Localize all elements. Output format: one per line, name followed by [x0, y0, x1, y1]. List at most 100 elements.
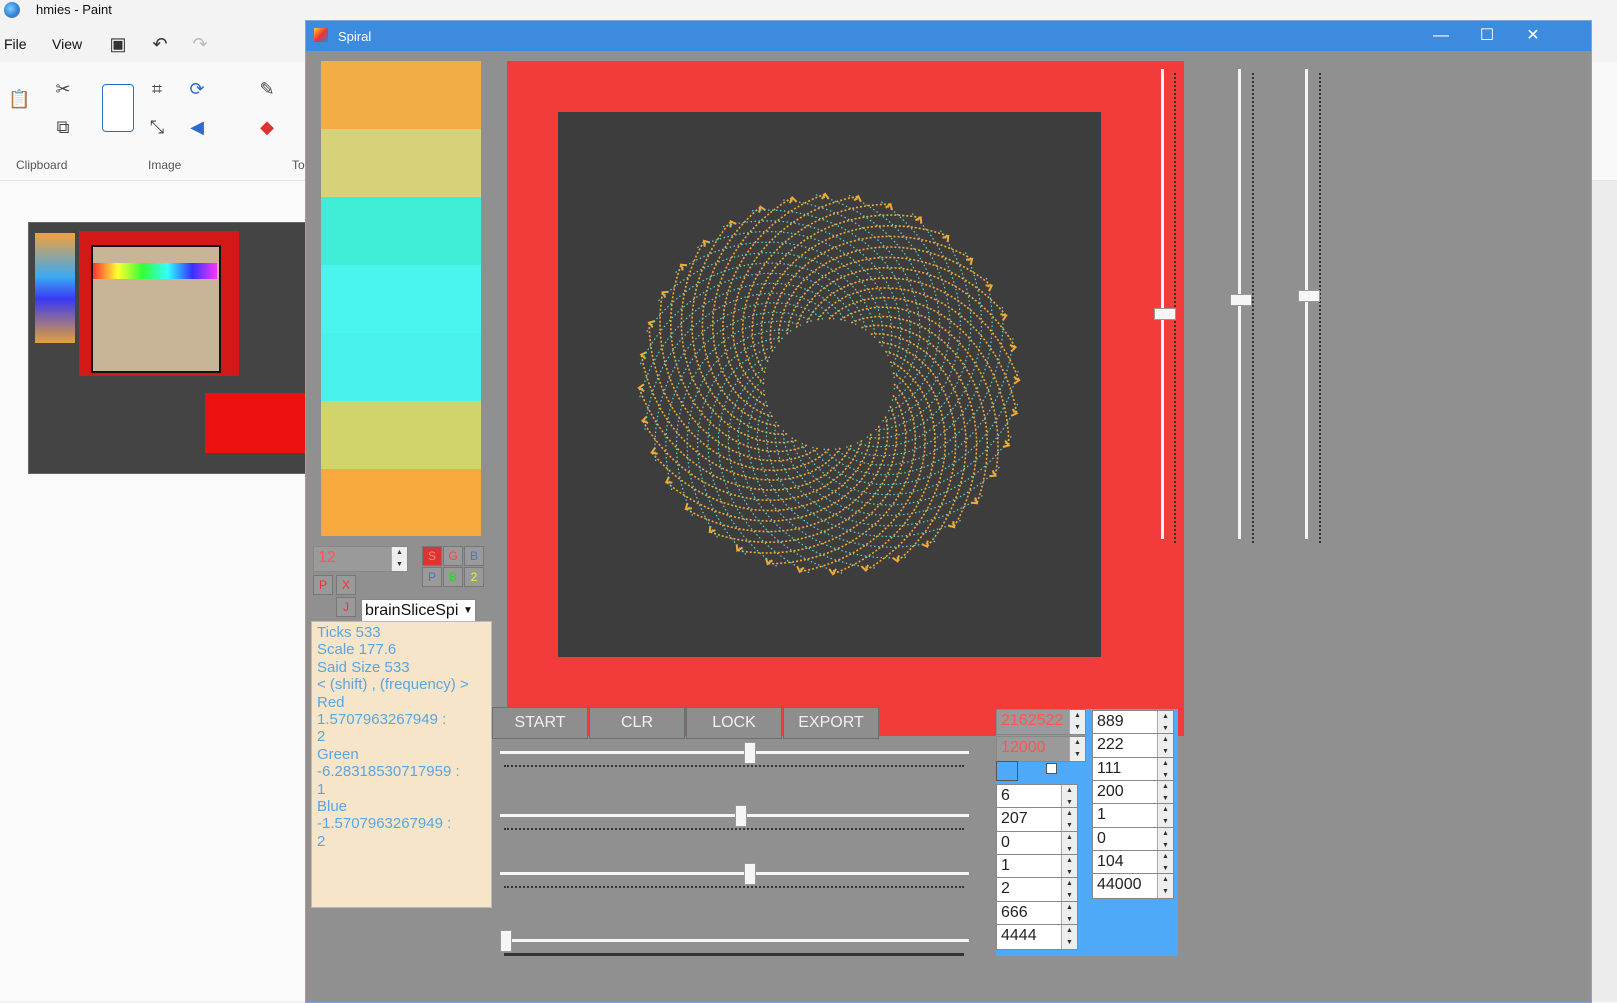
horizontal-slider-1[interactable] — [500, 751, 969, 754]
eraser-icon[interactable]: ◆ — [256, 116, 278, 138]
lock-button[interactable]: LOCK — [686, 707, 782, 739]
spinner-arrows-icon[interactable]: ▲ ▼ — [1061, 901, 1077, 926]
palette-swatch[interactable] — [321, 469, 481, 536]
vertical-slider-1[interactable] — [1161, 69, 1164, 539]
channel-bb-button[interactable]: B — [443, 567, 463, 587]
spinner-arrows-icon[interactable]: ▲ ▼ — [391, 547, 407, 571]
color-palette[interactable] — [321, 61, 481, 536]
spinner-arrows-icon[interactable]: ▲ ▼ — [1061, 785, 1077, 809]
spinner-arrows-icon[interactable]: ▲ ▼ — [1061, 878, 1077, 903]
paste-icon[interactable]: 📋 — [8, 88, 30, 110]
preset-dropdown[interactable]: brainSliceSpiral ▼ — [361, 599, 476, 623]
horizontal-slider-1-thumb[interactable] — [743, 742, 756, 764]
save-icon[interactable]: ▣ — [108, 34, 128, 54]
number-spinner[interactable]: 4444 ▲ ▼ — [996, 923, 1078, 950]
spinner-arrows-icon[interactable]: ▲ ▼ — [1157, 711, 1173, 735]
horizontal-slider-2-thumb[interactable] — [734, 805, 747, 827]
red-spinner-2-value: 12000 — [1001, 739, 1046, 756]
spinner-arrows-icon[interactable]: ▲ ▼ — [1061, 831, 1077, 856]
number-spinner[interactable]: 0 ▲ ▼ — [1092, 826, 1174, 853]
vertical-slider-1-thumb[interactable] — [1154, 308, 1176, 321]
slider-ticks — [504, 886, 964, 890]
number-spinner[interactable]: 104 ▲ ▼ — [1092, 849, 1174, 876]
horizontal-slider-4-thumb[interactable] — [500, 930, 512, 952]
palette-swatch[interactable] — [321, 61, 481, 129]
vertical-slider-2-thumb[interactable] — [1230, 294, 1252, 307]
number-spinner[interactable]: 889 ▲ ▼ — [1092, 710, 1174, 736]
redo-icon[interactable]: ↷ — [190, 34, 210, 54]
flip-icon[interactable]: ◀ — [186, 116, 208, 138]
cut-icon[interactable]: ✂ — [52, 78, 74, 100]
palette-swatch[interactable] — [321, 197, 481, 265]
red-spinner-1[interactable]: 2162522 ▲ ▼ — [996, 709, 1086, 735]
palette-swatch[interactable] — [321, 129, 481, 197]
rotate-icon[interactable]: ⟳ — [186, 78, 208, 100]
palette-swatch[interactable] — [321, 401, 481, 469]
number-spinner[interactable]: 1 ▲ ▼ — [996, 853, 1078, 880]
menu-file[interactable]: File — [4, 36, 27, 52]
number-spinner[interactable]: 666 ▲ ▼ — [996, 900, 1078, 927]
export-button[interactable]: EXPORT — [783, 707, 879, 739]
clr-button[interactable]: CLR — [589, 707, 685, 739]
spinner-arrows-icon[interactable]: ▲ ▼ — [1157, 780, 1173, 805]
number-spinner[interactable]: 6 ▲ ▼ — [996, 784, 1078, 810]
close-icon[interactable]: ✕ — [1510, 21, 1556, 51]
menu-view[interactable]: View — [52, 36, 82, 52]
pencil-icon[interactable]: ✎ — [256, 78, 278, 100]
drawing-area[interactable] — [507, 61, 1184, 736]
channel-g-button[interactable]: G — [443, 546, 463, 566]
maximize-icon[interactable]: ☐ — [1464, 21, 1510, 51]
slider-ticks — [1319, 73, 1323, 543]
spinner-arrows-icon[interactable]: ▲ ▼ — [1061, 924, 1077, 949]
channel-p-button[interactable]: P — [422, 567, 442, 587]
spinner-arrows-icon[interactable]: ▲ ▼ — [1157, 804, 1173, 829]
horizontal-slider-4[interactable] — [500, 939, 969, 942]
number-spinner-value: 222 — [1097, 736, 1124, 754]
spiral-canvas[interactable] — [558, 112, 1101, 657]
undo-icon[interactable]: ↶ — [150, 34, 170, 54]
number-spinner[interactable]: 222 ▲ ▼ — [1092, 733, 1174, 760]
resize-icon[interactable]: ⤡ — [146, 116, 168, 138]
spinner-arrows-icon[interactable]: ▲ ▼ — [1061, 854, 1077, 879]
spinner-arrows-icon[interactable]: ▲ ▼ — [1069, 737, 1085, 761]
spinner-arrows-icon[interactable]: ▲ ▼ — [1157, 734, 1173, 759]
number-spinner[interactable]: 2 ▲ ▼ — [996, 877, 1078, 904]
spiral-tip — [788, 195, 798, 204]
spiral-arm — [657, 252, 876, 338]
number-spinner[interactable]: 0 ▲ ▼ — [996, 830, 1078, 857]
palette-swatch[interactable] — [321, 333, 481, 401]
checkbox-2[interactable] — [1046, 763, 1057, 774]
minimize-icon[interactable]: — — [1418, 21, 1464, 51]
number-spinner[interactable]: 44000 ▲ ▼ — [1092, 873, 1174, 900]
spinner-arrows-icon[interactable]: ▲ ▼ — [1157, 874, 1173, 899]
p-button[interactable]: P — [313, 575, 333, 595]
spinner-arrows-icon[interactable]: ▲ ▼ — [1157, 850, 1173, 875]
main-spinner[interactable]: 12 ▲ ▼ — [313, 546, 408, 572]
slider-ticks — [504, 765, 964, 769]
channel-s-button[interactable]: S — [422, 546, 442, 566]
spinner-arrows-icon[interactable]: ▲ ▼ — [1157, 827, 1173, 852]
vertical-slider-3-thumb[interactable] — [1298, 289, 1320, 302]
red-spinner-2[interactable]: 12000 ▲ ▼ — [996, 736, 1086, 762]
start-button[interactable]: START — [492, 707, 588, 739]
vertical-slider-3[interactable] — [1305, 69, 1308, 539]
horizontal-slider-3-thumb[interactable] — [743, 863, 756, 885]
spinner-arrows-icon[interactable]: ▲ ▼ — [1069, 710, 1085, 734]
palette-swatch[interactable] — [321, 265, 481, 333]
copy-icon[interactable]: ⧉ — [52, 116, 74, 138]
horizontal-slider-3[interactable] — [500, 872, 969, 875]
channel-2-button[interactable]: 2 — [464, 567, 484, 587]
crop-icon[interactable]: ⌗ — [146, 78, 168, 100]
chevron-down-icon[interactable]: ▼ — [461, 600, 475, 622]
number-spinner[interactable]: 1 ▲ ▼ — [1092, 803, 1174, 830]
number-spinner[interactable]: 200 ▲ ▼ — [1092, 779, 1174, 806]
checkbox-1[interactable] — [996, 761, 1018, 781]
channel-b-button[interactable]: B — [464, 546, 484, 566]
spinner-arrows-icon[interactable]: ▲ ▼ — [1157, 757, 1173, 782]
select-tool-button[interactable] — [102, 84, 134, 132]
spinner-arrows-icon[interactable]: ▲ ▼ — [1061, 808, 1077, 833]
number-spinner[interactable]: 207 ▲ ▼ — [996, 807, 1078, 834]
x-button[interactable]: X — [336, 575, 356, 595]
number-spinner[interactable]: 111 ▲ ▼ — [1092, 756, 1174, 783]
j-button[interactable]: J — [336, 597, 356, 617]
